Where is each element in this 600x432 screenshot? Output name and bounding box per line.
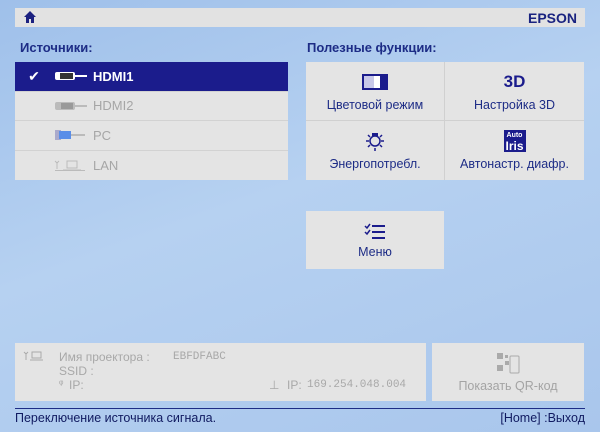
- network-icon: [23, 351, 43, 361]
- source-list: ✔ HDMI1 HDMI2 PC LAN: [15, 62, 288, 180]
- home-icon[interactable]: [23, 10, 37, 24]
- exit-hint: [Home] :Выход: [500, 411, 585, 425]
- functions-grid: Цветовой режим 3D Настройка 3D Энергопот…: [306, 62, 584, 180]
- auto-iris-button[interactable]: Auto Iris Автонастр. диафр.: [445, 121, 584, 180]
- divider: [15, 408, 585, 409]
- source-hdmi1[interactable]: ✔ HDMI1: [15, 62, 288, 92]
- source-lan[interactable]: LAN: [15, 151, 288, 181]
- menu-list-icon: [364, 223, 385, 239]
- hdmi-icon: [55, 72, 87, 81]
- show-qr-button[interactable]: Показать QR-код: [432, 343, 584, 401]
- network-info-panel: Имя проектора : EBFDFABC SSID : ᵠ IP: ⊥ …: [15, 343, 426, 401]
- 3d-icon: 3D: [503, 71, 526, 91]
- menu-button[interactable]: Меню: [306, 211, 444, 269]
- top-bar: EPSON: [15, 8, 585, 27]
- sources-title: Источники:: [20, 40, 93, 55]
- source-pc[interactable]: PC: [15, 121, 288, 151]
- epson-logo: EPSON: [527, 10, 577, 26]
- 3d-settings-button[interactable]: 3D Настройка 3D: [445, 62, 584, 121]
- check-icon: ✔: [28, 67, 40, 84]
- qr-code-icon: [497, 353, 520, 374]
- vga-icon: [55, 130, 85, 141]
- wired-lan-icon: ⊥: [269, 378, 280, 392]
- status-message: Переключение источника сигнала.: [15, 411, 217, 425]
- network-icon: [54, 160, 85, 172]
- wifi-icon: ᵠ: [59, 379, 64, 390]
- hdmi-icon: [55, 101, 87, 110]
- functions-title: Полезные функции:: [307, 40, 437, 55]
- color-mode-icon: [362, 73, 388, 90]
- power-consumption-button[interactable]: Энергопотребл.: [306, 121, 445, 180]
- lamp-icon: [366, 133, 384, 151]
- color-mode-button[interactable]: Цветовой режим: [306, 62, 445, 121]
- source-hdmi2[interactable]: HDMI2: [15, 92, 288, 121]
- auto-iris-icon: Auto Iris: [503, 130, 526, 153]
